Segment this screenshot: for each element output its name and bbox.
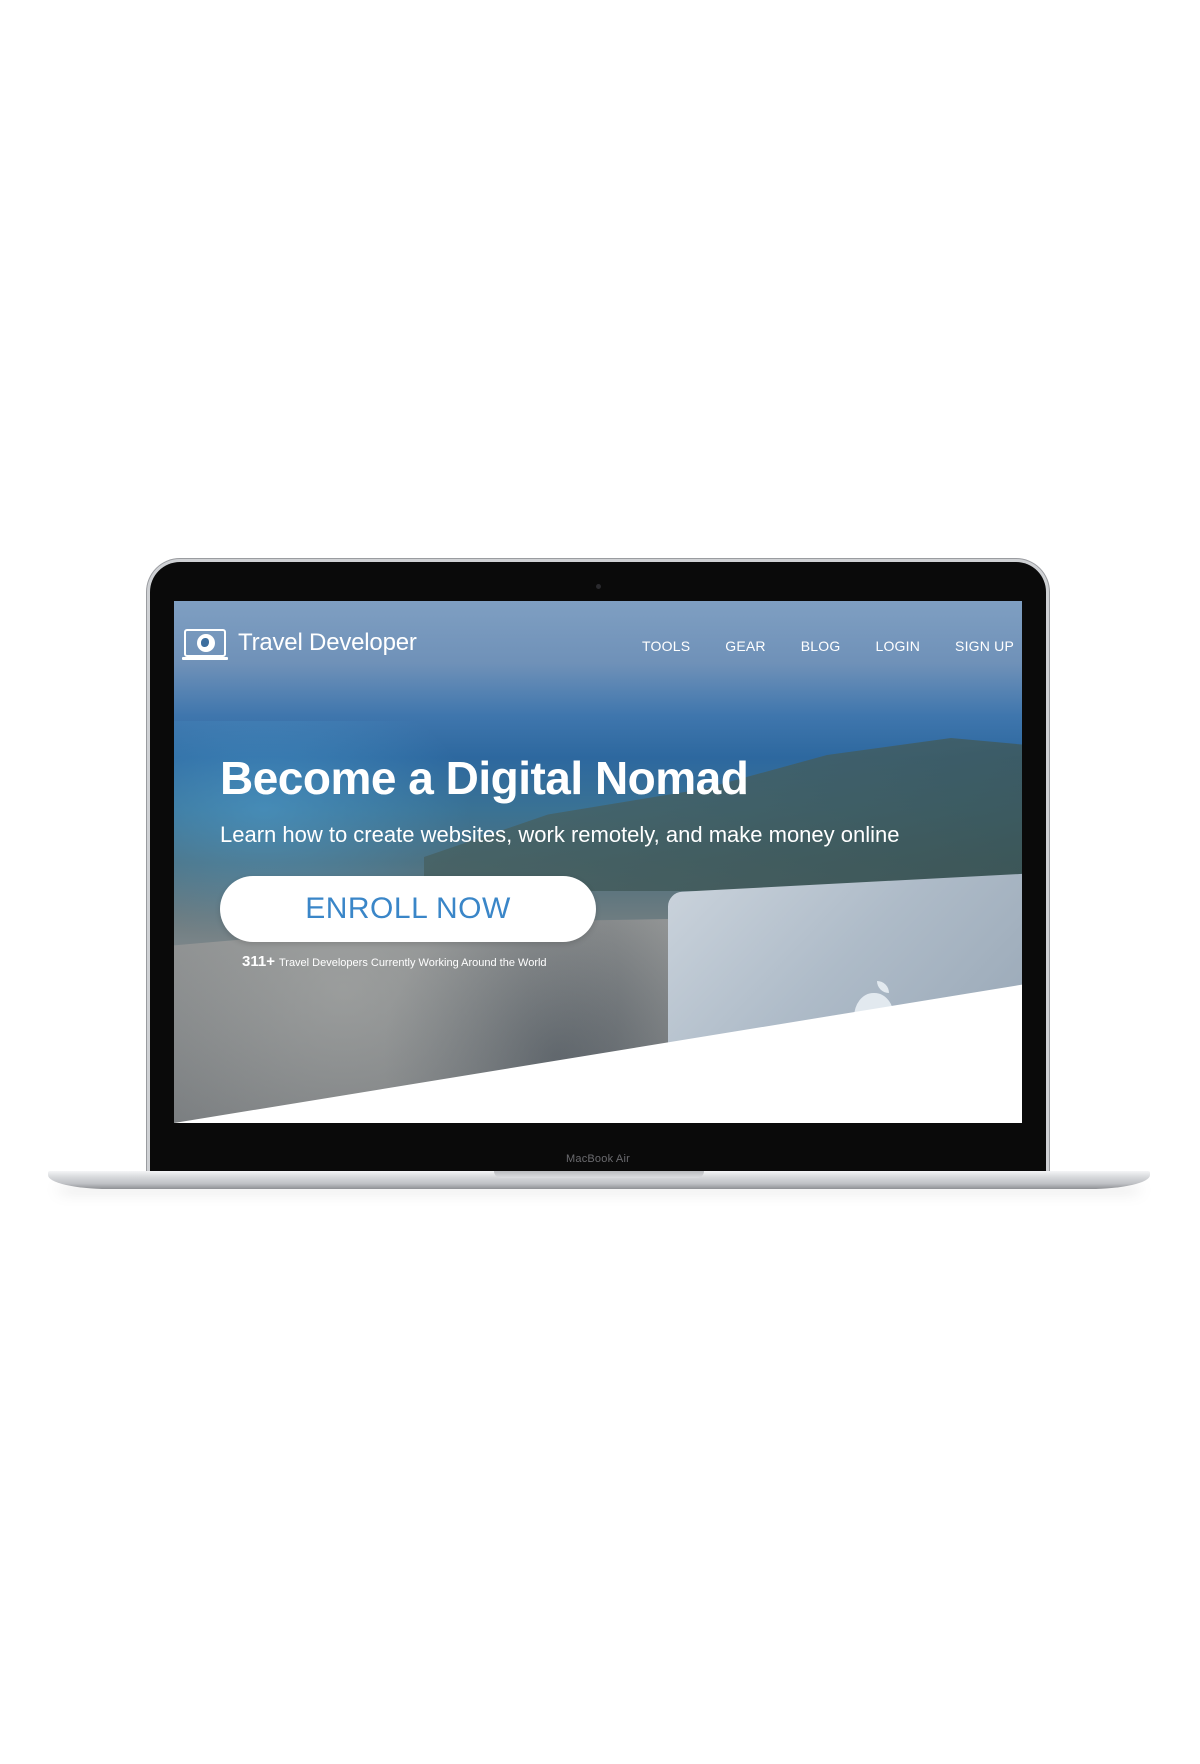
laptop-stand — [182, 657, 228, 660]
nav-login[interactable]: LOGIN — [875, 638, 920, 654]
laptop-screen: Travel Developer TOOLS GEAR BLOG LOGIN S… — [174, 601, 1022, 1123]
nav-gear[interactable]: GEAR — [725, 638, 765, 654]
nav-tools[interactable]: TOOLS — [642, 638, 690, 654]
globe-icon — [197, 634, 215, 652]
nav-sign-up[interactable]: SIGN UP — [955, 638, 1014, 654]
developer-count: 311+ Travel Developers Currently Working … — [242, 953, 547, 971]
laptop-base — [48, 1171, 1150, 1189]
globe-laptop-icon — [182, 629, 228, 660]
navbar: Travel Developer TOOLS GEAR BLOG LOGIN S… — [174, 601, 1022, 681]
developer-count-number: 311+ — [242, 953, 275, 970]
nav-blog[interactable]: BLOG — [801, 638, 841, 654]
enroll-now-button[interactable]: ENROLL NOW — [220, 876, 596, 942]
nav-links: TOOLS GEAR BLOG LOGIN SIGN UP — [607, 638, 1014, 654]
site-logo[interactable]: Travel Developer — [182, 629, 417, 660]
model-label: MacBook Air — [566, 1153, 630, 1165]
hero-subheadline: Learn how to create websites, work remot… — [220, 822, 900, 847]
hero-headline: Become a Digital Nomad — [220, 752, 749, 804]
hills — [424, 738, 1022, 891]
page: MacBook Air Travel Developer TOOLS GEAR — [0, 0, 1200, 1764]
camera — [596, 584, 601, 589]
base-notch — [494, 1171, 704, 1178]
brand-name: Travel Developer — [238, 629, 417, 656]
developer-count-text: Travel Developers Currently Working Arou… — [278, 957, 547, 969]
